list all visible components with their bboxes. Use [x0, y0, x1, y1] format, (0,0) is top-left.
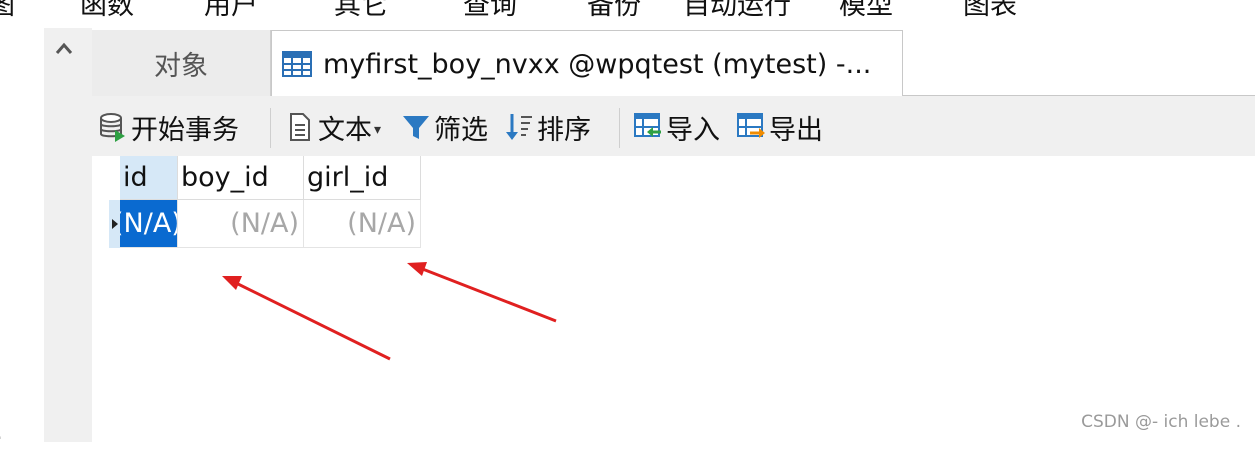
text-view-button[interactable]: 文本 ▾ — [285, 110, 381, 146]
menu-item-model[interactable]: 模型 — [839, 0, 893, 24]
menu-item-users[interactable]: 用户 — [204, 0, 258, 24]
chevron-down-icon[interactable]: ▾ — [374, 122, 381, 138]
export-button[interactable]: 导出 — [736, 110, 823, 146]
import-icon — [634, 113, 661, 137]
begin-transaction-label: 开始事务 — [131, 114, 239, 146]
import-label: 导入 — [666, 114, 720, 146]
begin-transaction-button[interactable]: 开始事务 — [98, 110, 239, 146]
filter-button[interactable]: 筛选 — [401, 110, 488, 146]
truncated-glyph: · — [0, 426, 2, 450]
sort-label: 排序 — [537, 114, 591, 146]
tab-objects[interactable]: 对象 — [92, 30, 271, 97]
menu-item-view[interactable]: 图 — [0, 0, 15, 24]
column-header-girl-id[interactable]: girl_id — [304, 156, 421, 200]
menu-item-charts[interactable]: 图表 — [963, 0, 1017, 24]
cell-girl-id[interactable]: (N/A) — [304, 200, 421, 248]
filter-icon — [403, 116, 429, 139]
toolbar-separator — [270, 108, 271, 148]
navigation-pane — [0, 28, 44, 442]
cell-boy-id[interactable]: (N/A) — [178, 200, 304, 248]
import-button[interactable]: 导入 — [633, 110, 720, 146]
tab-table-data-label: myfirst_boy_nvxx @wpqtest (mytest) -... — [323, 48, 872, 80]
chevron-up-icon[interactable] — [53, 38, 75, 60]
export-label: 导出 — [769, 114, 823, 146]
current-row-arrow-icon — [112, 219, 118, 229]
column-header-id[interactable]: id — [120, 156, 178, 200]
menu-item-query[interactable]: 查询 — [463, 0, 517, 24]
grid-corner — [109, 156, 120, 200]
tab-bar: 对象 myfirst_boy_nvxx @wpqtest (mytest) -.… — [92, 28, 1255, 97]
database-transaction-icon — [100, 113, 125, 142]
tab-table-data[interactable]: myfirst_boy_nvxx @wpqtest (mytest) -... — [271, 30, 903, 97]
cell-id[interactable]: (N/A) — [120, 200, 178, 248]
menu-item-functions[interactable]: 函数 — [80, 0, 134, 24]
tab-objects-label: 对象 — [154, 50, 208, 82]
sort-icon — [506, 114, 532, 140]
data-toolbar: 开始事务 文本 ▾ 筛选 排序 导入 导出 — [92, 96, 1255, 156]
menu-item-other[interactable]: 其它 — [334, 0, 388, 24]
column-header-boy-id[interactable]: boy_id — [178, 156, 304, 200]
sidebar-splitter — [44, 28, 92, 442]
menu-bar: 图 函数 用户 其它 查询 备份 自动运行 模型 图表 — [0, 0, 1255, 28]
toolbar-separator — [619, 108, 620, 148]
sort-button[interactable]: 排序 — [504, 110, 591, 146]
watermark: CSDN @- ich lebe . — [1081, 412, 1241, 432]
data-grid[interactable]: id boy_id girl_id (N/A) (N/A) (N/A) — [92, 156, 1255, 442]
table-icon — [282, 51, 312, 77]
menu-item-backup[interactable]: 备份 — [587, 0, 641, 24]
document-icon — [290, 113, 310, 141]
menu-item-automation[interactable]: 自动运行 — [683, 0, 791, 24]
export-icon — [737, 113, 765, 138]
filter-label: 筛选 — [434, 114, 488, 146]
text-view-label: 文本 — [318, 114, 372, 146]
